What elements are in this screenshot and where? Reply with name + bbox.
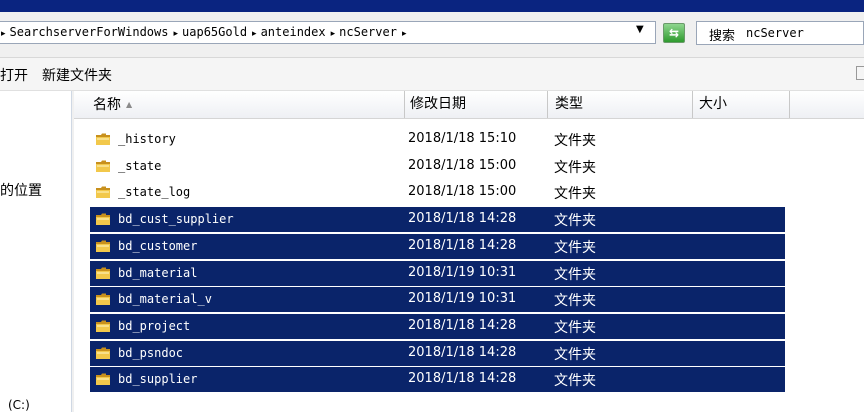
file-modified: 2018/1/18 15:00 [408,184,517,200]
file-row[interactable]: _state 2018/1/18 15:00 文件夹 [90,154,785,179]
nav-item-locations[interactable]: 的位置 [0,180,42,200]
file-type: 文件夹 [554,293,596,310]
breadcrumb-arrow-icon[interactable]: ▸ [1,29,6,39]
address-box[interactable]: ▸ SearchserverForWindows ▸ uap65Gold ▸ antein… [0,21,656,44]
column-header-size[interactable]: 大小 [693,91,790,118]
file-type: 文件夹 [554,373,596,390]
file-name: _state [118,158,162,173]
file-name: _state_log [118,185,191,200]
folder-icon [95,371,111,387]
file-name: bd_psndoc [118,345,184,360]
file-type: 文件夹 [554,266,596,283]
navigation-pane: 的位置 (C:) [0,91,71,412]
breadcrumb-arrow-icon[interactable]: ▸ [252,29,257,39]
file-row[interactable]: bd_cust_supplier 2018/1/18 14:28 文件夹 [90,207,785,233]
refresh-icon: ⇆ [668,26,680,40]
breadcrumb-arrow-icon[interactable]: ▸ [173,29,178,39]
file-row[interactable]: bd_psndoc 2018/1/18 14:28 文件夹 [90,340,785,366]
file-modified: 2018/1/18 14:28 [408,211,517,227]
file-type: 文件夹 [554,159,596,176]
file-type: 文件夹 [554,346,596,363]
file-row[interactable]: _state_log 2018/1/18 15:00 文件夹 [90,180,785,205]
file-type: 文件夹 [554,133,596,149]
file-type: 文件夹 [554,213,596,230]
search-scope: ncServer [746,26,804,40]
layout-icon[interactable] [856,66,864,80]
file-modified: 2018/1/18 15:10 [408,131,517,146]
folder-icon [95,131,111,147]
file-row[interactable]: bd_material_v 2018/1/19 10:31 文件夹 [90,287,785,313]
column-header: 名称 ▲ 修改日期 类型 大小 [74,91,864,119]
file-type: 文件夹 [554,319,596,336]
column-header-type[interactable]: 类型 [548,91,693,118]
breadcrumb-arrow-icon[interactable]: ▸ [402,29,407,39]
file-row[interactable]: bd_supplier 2018/1/18 14:28 文件夹 [90,367,785,393]
breadcrumb-arrow-icon[interactable]: ▸ [331,29,336,39]
file-modified: 2018/1/18 14:28 [408,371,517,387]
file-row[interactable]: bd_customer 2018/1/18 14:28 文件夹 [90,233,785,259]
folder-icon [95,345,111,361]
column-header-date[interactable]: 修改日期 [405,91,548,118]
file-list: 名称 ▲ 修改日期 类型 大小 _history 2018/1/18 15:10 文件… [74,91,864,412]
toolbar: 打开 新建文件夹 [0,58,864,91]
file-name: bd_material [118,265,198,280]
breadcrumb-item[interactable]: SearchserverForWindows [10,25,169,39]
folder-icon [95,265,111,281]
folder-icon [95,184,111,200]
file-name: bd_material_v [118,292,212,307]
search-input[interactable]: 搜索 ncServer [696,21,864,45]
file-modified: 2018/1/18 15:00 [408,157,517,173]
file-row[interactable]: bd_project 2018/1/18 14:28 文件夹 [90,313,785,339]
search-label: 搜索 [709,29,736,44]
file-modified: 2018/1/19 10:31 [408,291,517,307]
address-dropdown-icon[interactable]: ▼ [636,24,644,35]
folder-icon [95,238,111,254]
file-name: bd_cust_supplier [118,212,234,227]
window-title-bar [0,0,864,12]
file-modified: 2018/1/18 14:28 [408,237,517,253]
file-row[interactable]: _history 2018/1/18 15:10 文件夹 [90,127,785,152]
open-button[interactable]: 打开 [0,65,28,85]
file-row[interactable]: bd_material 2018/1/19 10:31 文件夹 [90,260,785,286]
column-header-name[interactable]: 名称 ▲ [74,91,405,118]
sort-ascending-icon: ▲ [126,100,133,109]
column-header-name-label: 名称 [93,97,121,113]
file-modified: 2018/1/18 14:28 [408,317,517,333]
refresh-button[interactable]: ⇆ [663,23,685,43]
new-folder-button[interactable]: 新建文件夹 [42,65,112,85]
file-name: bd_customer [118,238,198,253]
breadcrumb-item[interactable]: ncServer [339,25,397,39]
file-type: 文件夹 [554,186,596,203]
file-name: bd_project [118,318,191,333]
file-type: 文件夹 [554,239,596,256]
folder-icon [95,318,111,334]
breadcrumb-item[interactable]: uap65Gold [182,25,247,39]
folder-icon [95,211,111,227]
file-modified: 2018/1/18 14:28 [408,344,517,360]
file-name: _history [118,132,176,146]
address-bar: ▸ SearchserverForWindows ▸ uap65Gold ▸ antein… [0,12,864,58]
nav-item-drive-c[interactable]: (C:) [8,398,30,412]
file-modified: 2018/1/19 10:31 [408,264,517,280]
folder-icon [95,158,111,174]
folder-icon [95,291,111,307]
file-name: bd_supplier [118,372,198,387]
breadcrumb-item[interactable]: anteindex [261,25,326,39]
breadcrumb: ▸ SearchserverForWindows ▸ uap65Gold ▸ antein… [0,25,410,39]
